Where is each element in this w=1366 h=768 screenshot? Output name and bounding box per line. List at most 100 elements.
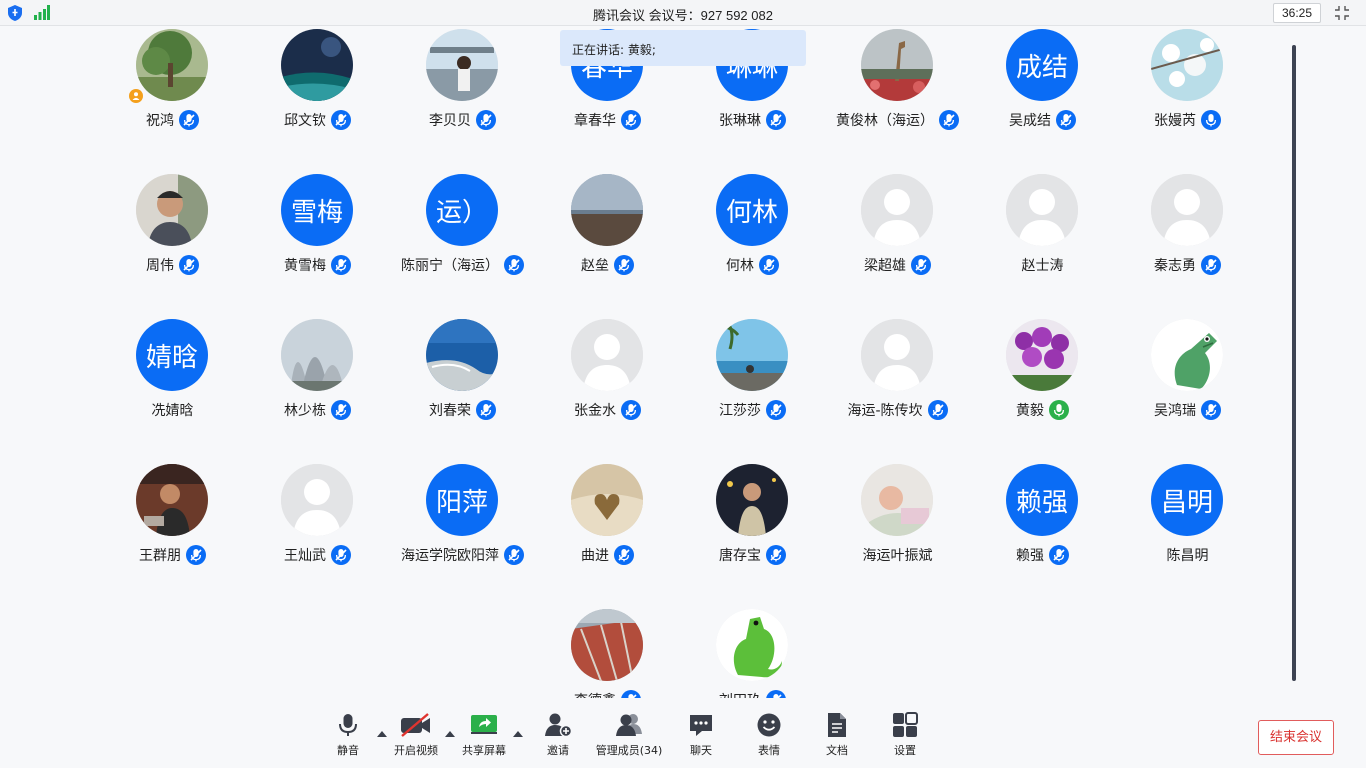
mic-muted-icon (1201, 400, 1221, 420)
mic-muted-icon (1056, 110, 1076, 130)
default-avatar-icon (861, 319, 933, 391)
participant-name-row: 周伟 (100, 254, 245, 276)
avatar-initials: 何林 (716, 174, 788, 246)
participant-tile[interactable]: 赵垒 (535, 171, 680, 316)
participant-tile[interactable]: 昌明 陈昌明 (1115, 461, 1260, 606)
participant-tile[interactable]: 黄俊林（海运） (825, 26, 970, 171)
mic-muted-icon (759, 255, 779, 275)
avatar-photo (716, 464, 788, 536)
participant-tile[interactable]: 王灿武 (245, 461, 390, 606)
avatar-initials: 昌明 (1151, 464, 1223, 536)
meeting-title: 腾讯会议 会议号：927 592 082 (593, 8, 773, 23)
participant-name-row: 海运学院欧阳萍 (390, 544, 535, 566)
mic-muted-icon (927, 400, 948, 420)
mic-muted-icon (179, 255, 199, 275)
participant-name-row: 黄雪梅 (245, 254, 390, 276)
participant-name-row: 章春华 (535, 109, 680, 131)
participant-tile[interactable]: 刘田玖 (680, 606, 825, 698)
toolbar-label: 设置 (894, 744, 916, 757)
participant-tile[interactable]: 运） 陈丽宁（海运） (390, 171, 535, 316)
participant-name: 祝鸿 (146, 113, 174, 129)
participant-name-row: 赵垒 (535, 254, 680, 276)
end-meeting-button[interactable]: 结束会议 (1258, 720, 1334, 755)
participant-tile[interactable]: 阳萍 海运学院欧阳萍 (390, 461, 535, 606)
participant-name-row: 王灿武 (245, 544, 390, 566)
participant-tile[interactable]: 吴鸿瑞 (1115, 316, 1260, 461)
participant-name-row: 吴成结 (970, 109, 1115, 131)
participant-name: 吴成结 (1009, 113, 1051, 129)
participant-tile[interactable]: 黄毅 (970, 316, 1115, 461)
mic-muted-icon (621, 690, 641, 698)
avatar-photo (571, 174, 643, 246)
participant-tile[interactable]: 李贝贝 (390, 26, 535, 171)
avatar-initials: 雪梅 (281, 174, 353, 246)
participant-name: 海运叶振斌 (862, 548, 933, 564)
participant-name: 赵垒 (581, 258, 609, 274)
default-avatar-icon (571, 319, 643, 391)
grid-scrollbar[interactable] (1292, 45, 1296, 681)
mic-muted-icon (621, 400, 641, 420)
fullscreen-icon[interactable] (1334, 5, 1350, 21)
participant-tile[interactable]: 海运-陈传坎 (825, 316, 970, 461)
participant-tile[interactable]: 秦志勇 (1115, 171, 1260, 316)
participant-name-row: 李德鑫 (535, 689, 680, 698)
participant-name: 黄俊林（海运） (836, 113, 934, 129)
participant-name: 梁超雄 (864, 258, 906, 274)
participant-name-row: 李贝贝 (390, 109, 535, 131)
participant-tile[interactable]: 成结 吴成结 (970, 26, 1115, 171)
participant-name-row: 唐存宝 (680, 544, 825, 566)
mic-on-icon (1201, 110, 1221, 130)
participant-tile[interactable]: 曲进 (535, 461, 680, 606)
participant-tile[interactable]: 雪梅 黄雪梅 (245, 171, 390, 316)
avatar-photo (861, 464, 933, 536)
meeting-toolbar: 静音 开启视频 共享屏幕 邀请 管理成员(34) 聊天 表情 文档 设置 (0, 698, 1366, 768)
participant-tile[interactable]: 赖强 赖强 (970, 461, 1115, 606)
avatar-initials: 运） (426, 174, 498, 246)
mic-muted-icon (331, 255, 351, 275)
participant-name: 张琳琳 (719, 113, 761, 129)
participant-tile[interactable]: 江莎莎 (680, 316, 825, 461)
participant-tile[interactable]: 王群朋 (100, 461, 245, 606)
participant-name: 曲进 (581, 548, 609, 564)
mic-muted-icon (766, 110, 786, 130)
participant-name: 林少栋 (284, 403, 326, 419)
toolbar-settings-button[interactable]: 设置 (860, 712, 950, 764)
mic-muted-icon (476, 400, 496, 420)
participant-name-row: 赖强 (970, 544, 1115, 566)
avatar-initials: 婧晗 (136, 319, 208, 391)
participant-tile[interactable]: 刘春荣 (390, 316, 535, 461)
participant-name-row: 陈丽宁（海运） (390, 254, 535, 276)
participant-name: 王群朋 (139, 548, 181, 564)
participant-grid: 祝鸿 邱文钦 李贝贝 春华 章春华 琳琳 张琳琳 黄俊林（海运） 成结 吴成结 张嫚芮 周伟 雪梅 黄雪梅… (0, 26, 1290, 698)
participant-tile[interactable]: 李德鑫 (535, 606, 680, 698)
participant-tile[interactable]: 邱文钦 (245, 26, 390, 171)
participant-tile[interactable]: 赵士涛 (970, 171, 1115, 316)
participant-name: 唐存宝 (719, 548, 761, 564)
participant-tile[interactable]: 周伟 (100, 171, 245, 316)
participant-name-row: 海运-陈传坎 (825, 399, 970, 421)
avatar-photo (1151, 29, 1223, 101)
participant-name: 秦志勇 (1154, 258, 1196, 274)
participant-name-row: 张琳琳 (680, 109, 825, 131)
participant-tile[interactable]: 婧晗 冼婧晗 (100, 316, 245, 461)
participant-name-row: 刘田玖 (680, 689, 825, 698)
participant-tile[interactable]: 海运叶振斌 (825, 461, 970, 606)
avatar-photo (426, 29, 498, 101)
participant-name: 赖强 (1016, 548, 1044, 564)
avatar-photo (571, 609, 643, 681)
participant-name: 黄毅 (1016, 403, 1044, 419)
participant-tile[interactable]: 张金水 (535, 316, 680, 461)
participant-tile[interactable]: 梁超雄 (825, 171, 970, 316)
participant-tile[interactable]: 张嫚芮 (1115, 26, 1260, 171)
participant-name-row: 赵士涛 (970, 254, 1115, 276)
participant-name: 邱文钦 (284, 113, 326, 129)
mic-muted-icon (911, 255, 931, 275)
participant-tile[interactable]: 祝鸿 (100, 26, 245, 171)
participant-name: 李贝贝 (429, 113, 471, 129)
participant-tile[interactable]: 何林 何林 (680, 171, 825, 316)
participant-tile[interactable]: 唐存宝 (680, 461, 825, 606)
mic-muted-icon (939, 110, 959, 130)
participant-tile[interactable]: 林少栋 (245, 316, 390, 461)
mic-muted-icon (504, 255, 524, 275)
participant-name: 冼婧晗 (151, 403, 194, 419)
